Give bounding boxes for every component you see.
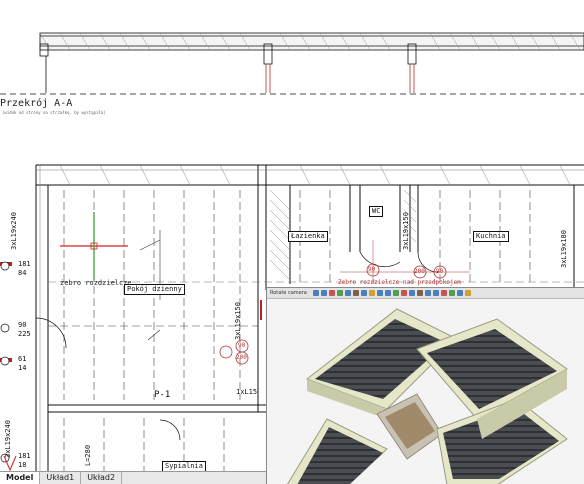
wall-hatching <box>59 164 571 281</box>
viewer-tool-button[interactable] <box>368 290 375 296</box>
viewer-title: Rotate camera <box>270 290 307 296</box>
viewer-tool-button[interactable] <box>400 290 407 296</box>
circle-val-4: 200 <box>414 268 425 275</box>
tab-uklad2[interactable]: Układ2 <box>81 472 123 484</box>
dim-joist: 1xL15 <box>236 388 258 396</box>
dim-beam-d: 3xL19x150 <box>402 212 410 250</box>
room-label-pokoj: Pokój dzienny <box>124 284 185 295</box>
dim-p1: P-1 <box>154 390 171 400</box>
viewer-tool-button[interactable] <box>408 290 415 296</box>
viewer-tool-button[interactable] <box>456 290 463 296</box>
crosshair-cursor[interactable] <box>60 212 128 280</box>
dim-beam-a: 3xL19x240 <box>10 212 18 250</box>
level-18: 18 <box>18 461 27 469</box>
viewer-tool-button[interactable] <box>312 290 319 296</box>
viewer-tool-button[interactable] <box>376 290 383 296</box>
room-label-lazienka: Łazienka <box>288 231 328 242</box>
level-84: 84 <box>18 269 27 277</box>
viewer-tool-button[interactable] <box>392 290 399 296</box>
tab-uklad1[interactable]: Układ1 <box>40 472 82 484</box>
viewer-toolbar: Rotate camera <box>267 288 584 299</box>
circle-val-1: 90 <box>238 342 246 349</box>
viewer-tool-button[interactable] <box>344 290 351 296</box>
viewer-tool-button[interactable] <box>352 290 359 296</box>
level-181b: 181 <box>18 452 31 460</box>
circle-val-3: 90 <box>368 266 376 273</box>
viewer-tool-button[interactable] <box>320 290 327 296</box>
room-label-kuchnia: Kuchnia <box>473 231 509 242</box>
dim-l280: L=280 <box>84 444 92 466</box>
viewer-tool-button[interactable] <box>336 290 343 296</box>
3d-model-view[interactable] <box>267 299 584 484</box>
circle-val-5: 90 <box>436 268 444 275</box>
section-note: (widok od strony na strzałkę, by wystąpi… <box>2 110 106 115</box>
circle-val-2: 200 <box>236 354 247 361</box>
level-225: 225 <box>18 330 31 338</box>
dim-beam-b: 3xL19x240 <box>4 420 12 458</box>
viewer-tool-button[interactable] <box>328 290 335 296</box>
dim-beam-e: 3xL19x180 <box>560 230 568 268</box>
section-beam <box>0 32 584 95</box>
level-181: 181 <box>18 260 31 268</box>
level-61: 61 <box>18 355 27 363</box>
dim-beam-c: 3xL19x150 <box>234 302 242 340</box>
viewer-tool-button[interactable] <box>384 290 391 296</box>
label-zebro: żebro rozdzielcze <box>60 279 132 287</box>
viewer-tool-button[interactable] <box>432 290 439 296</box>
level-90: 90 <box>18 321 27 329</box>
viewer-tool-button[interactable] <box>440 290 447 296</box>
label-zebro-przedpokoj: Zebro rozdzielcze nad przedpokojem <box>338 279 461 286</box>
viewer-tool-button[interactable] <box>448 290 455 296</box>
3d-viewer-window[interactable]: Rotate camera <box>266 287 584 484</box>
cad-workspace[interactable]: Przekrój A-A (widok od strony na strzałk… <box>0 0 584 484</box>
viewer-tool-button[interactable] <box>416 290 423 296</box>
viewer-tool-button[interactable] <box>360 290 367 296</box>
layout-tabs: Model Układ1 Układ2 <box>0 471 270 484</box>
level-14: 14 <box>18 364 27 372</box>
viewer-tool-button[interactable] <box>464 290 471 296</box>
viewer-tool-button[interactable] <box>424 290 431 296</box>
room-label-wc: WC <box>369 206 384 217</box>
tab-model[interactable]: Model <box>0 472 41 484</box>
section-title: Przekrój A-A <box>0 98 73 109</box>
